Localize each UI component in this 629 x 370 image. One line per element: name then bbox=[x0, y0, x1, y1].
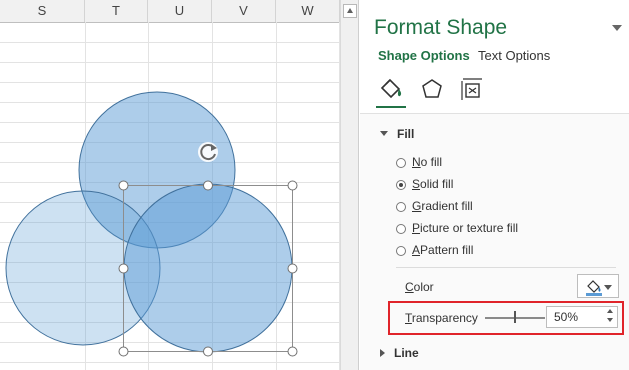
collapse-arrow-icon bbox=[380, 131, 388, 136]
fill-line-icon[interactable] bbox=[377, 75, 405, 103]
fill-section-header[interactable]: Fill bbox=[380, 127, 414, 141]
rotate-handle-icon[interactable] bbox=[198, 142, 218, 162]
expand-arrow-icon bbox=[380, 349, 385, 357]
drawing-layer bbox=[0, 22, 340, 370]
radio-icon bbox=[396, 224, 406, 234]
radio-pattern-fill[interactable]: APattern fill bbox=[396, 241, 473, 259]
tab-shape-options[interactable]: Shape Options bbox=[378, 48, 470, 63]
fill-color-picker-button[interactable] bbox=[577, 274, 619, 298]
resize-handle-bottom-left[interactable] bbox=[118, 346, 129, 357]
radio-gradient-fill[interactable]: Gradient fill bbox=[396, 197, 473, 215]
radio-solid-fill[interactable]: Solid fill bbox=[396, 175, 453, 193]
radio-icon bbox=[396, 246, 406, 256]
resize-handle-bottom-right[interactable] bbox=[287, 346, 298, 357]
pane-options-dropdown-icon[interactable] bbox=[612, 25, 622, 31]
radio-no-fill[interactable]: No fill bbox=[396, 153, 442, 171]
radio-icon bbox=[396, 158, 406, 168]
radio-icon bbox=[396, 202, 406, 212]
tab-text-options[interactable]: Text Options bbox=[478, 48, 550, 63]
resize-handle-left[interactable] bbox=[118, 263, 129, 274]
line-section-header[interactable]: Line bbox=[380, 346, 419, 360]
scroll-up-arrow-icon[interactable] bbox=[343, 4, 357, 18]
selected-circle-shape[interactable] bbox=[123, 183, 293, 353]
resize-handle-top-left[interactable] bbox=[118, 180, 129, 191]
effects-pentagon-icon[interactable] bbox=[418, 75, 446, 103]
resize-handle-top-right[interactable] bbox=[287, 180, 298, 191]
fill-divider bbox=[396, 267, 616, 268]
resize-handle-bottom[interactable] bbox=[203, 346, 213, 357]
chevron-down-icon bbox=[604, 285, 612, 290]
pane-title: Format Shape bbox=[374, 16, 508, 39]
size-properties-icon[interactable] bbox=[458, 75, 486, 103]
vertical-scrollbar[interactable] bbox=[340, 0, 359, 370]
active-category-indicator bbox=[376, 106, 406, 108]
transparency-highlight-box bbox=[388, 301, 624, 335]
fill-section-label: Fill bbox=[397, 127, 415, 141]
worksheet-area[interactable]: S T U V W bbox=[0, 0, 340, 370]
paint-bucket-icon bbox=[586, 280, 602, 296]
resize-handle-top[interactable] bbox=[203, 180, 213, 191]
radio-picture-texture-fill[interactable]: Picture or texture fill bbox=[396, 219, 518, 237]
resize-handle-right[interactable] bbox=[287, 263, 298, 274]
line-section-label: Line bbox=[394, 346, 419, 360]
radio-checked-icon bbox=[396, 180, 406, 190]
color-label: Color bbox=[405, 280, 434, 294]
